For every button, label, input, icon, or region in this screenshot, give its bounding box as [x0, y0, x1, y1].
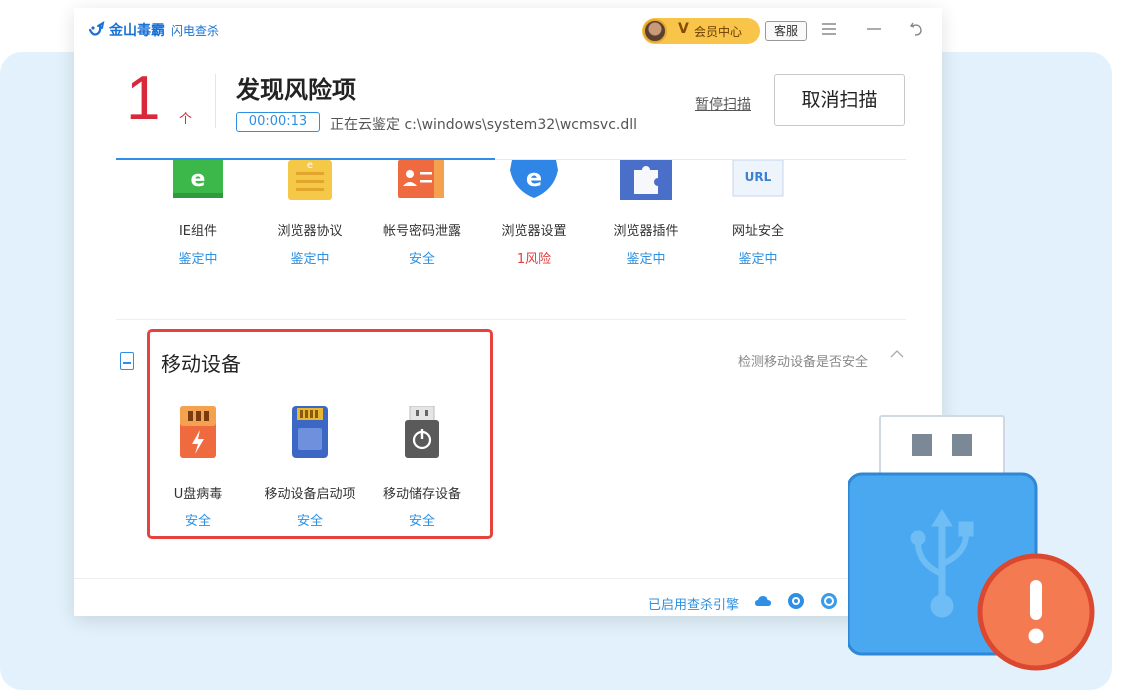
back-icon[interactable]	[906, 19, 926, 39]
scan-headline: 发现风险项	[236, 76, 356, 104]
title-bar: 金山毒霸 闪电查杀 V 会员中心 客服	[74, 8, 942, 52]
scan-item-browser-settings[interactable]: e 浏览器设置 1风险	[484, 160, 584, 270]
engine-disc-icon[interactable]	[787, 592, 805, 610]
url-safety-icon: URL	[732, 160, 784, 197]
scan-item-browser-protocol[interactable]: e 浏览器协议 鉴定中	[260, 160, 360, 270]
svg-text:e: e	[526, 164, 542, 192]
chevron-up-icon[interactable]	[890, 348, 904, 363]
highlight-box	[147, 329, 493, 539]
logo-icon	[88, 21, 105, 36]
scan-item-label: 浏览器协议	[277, 224, 343, 239]
app-logo: 金山毒霸 闪电查杀	[88, 20, 219, 40]
minimize-icon[interactable]	[864, 19, 884, 39]
scan-status-text: 正在云鉴定 c:\windows\system32\wcmsvc.dll	[330, 117, 638, 133]
scan-item-ie[interactable]: e IE组件 鉴定中	[148, 160, 248, 270]
scan-item-status: 鉴定中	[626, 252, 666, 267]
url-icon-text: URL	[745, 170, 772, 184]
scan-item-browser-plugin[interactable]: 浏览器插件 鉴定中	[596, 160, 696, 270]
section-hint: 检测移动设备是否安全	[738, 355, 869, 370]
risk-count-unit: 个	[179, 112, 193, 127]
scan-item-label: 网址安全	[731, 224, 784, 239]
footer-separator	[74, 578, 942, 579]
app-subtitle: 闪电查杀	[171, 23, 220, 38]
menu-icon[interactable]	[819, 19, 839, 39]
scan-item-status: 安全	[408, 252, 435, 267]
cloud-icon[interactable]	[754, 592, 772, 610]
scan-item-account-password[interactable]: 帐号密码泄露 安全	[372, 160, 472, 270]
scan-item-label: 浏览器插件	[613, 224, 679, 239]
customer-service-button[interactable]: 客服	[765, 21, 807, 41]
svg-text:e: e	[307, 160, 313, 171]
pause-scan-link[interactable]: 暂停扫描	[695, 94, 751, 114]
risk-count: 1	[126, 64, 161, 133]
scan-timer: 00:00:13	[236, 112, 320, 132]
scan-item-url-safety[interactable]: URL 网址安全 鉴定中	[708, 160, 808, 270]
scan-item-status: 鉴定中	[290, 252, 330, 267]
scan-item-label: IE组件	[178, 224, 218, 239]
svg-text:e: e	[191, 167, 206, 192]
app-name: 金山毒霸	[109, 23, 165, 39]
engine-gear-icon[interactable]	[820, 592, 838, 610]
scan-item-label: 浏览器设置	[501, 224, 567, 239]
browser-settings-icon: e	[510, 160, 558, 198]
browser-protocol-icon: e	[288, 160, 332, 200]
header-divider	[215, 74, 216, 128]
mobile-device-section-icon	[120, 352, 134, 370]
engine-status-text: 已启用查杀引擎	[648, 598, 740, 613]
scan-item-status: 鉴定中	[738, 252, 778, 267]
usb-warning-illustration	[848, 415, 1095, 671]
ie-component-icon: e	[173, 160, 223, 198]
antivirus-window: 金山毒霸 闪电查杀 V 会员中心 客服 1 个 发现风险项 00:00:13 正…	[74, 8, 942, 616]
member-center-label: 会员中心	[694, 25, 743, 39]
scan-item-status: 鉴定中	[178, 252, 218, 267]
scan-item-label: 帐号密码泄露	[382, 224, 461, 239]
avatar	[643, 19, 667, 43]
cancel-scan-button[interactable]: 取消扫描	[774, 74, 905, 126]
section-separator	[116, 319, 906, 320]
browser-plugin-icon	[620, 160, 672, 200]
vip-badge-icon: V	[678, 21, 689, 37]
member-center-button[interactable]: V 会员中心	[642, 18, 760, 44]
scan-item-status: 1风险	[516, 252, 552, 267]
account-password-icon	[398, 160, 444, 198]
